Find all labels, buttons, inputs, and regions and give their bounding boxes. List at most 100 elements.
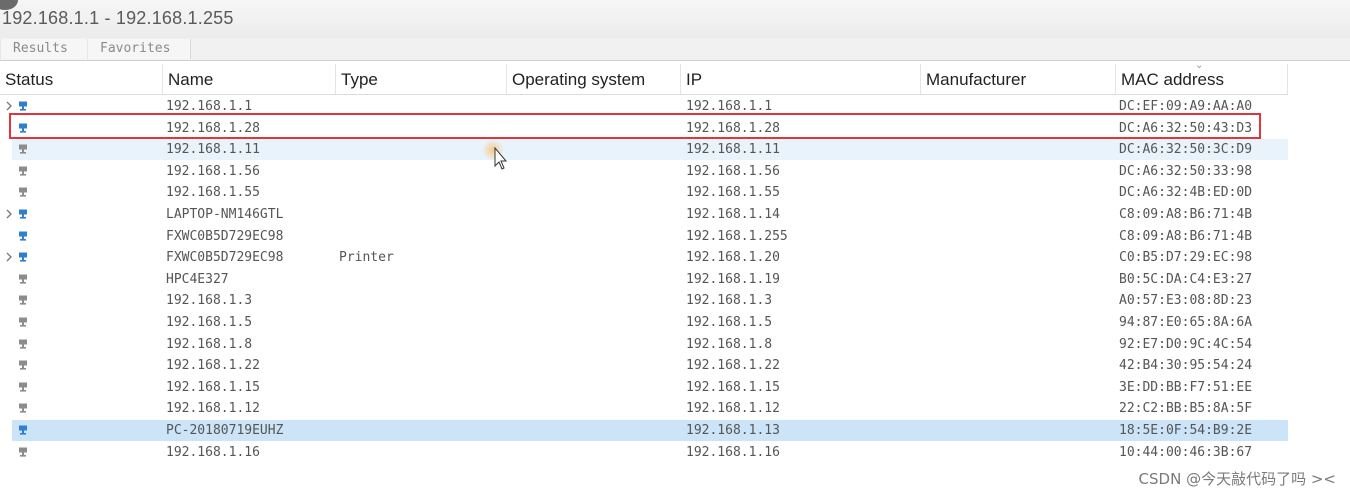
column-header-manufacturer[interactable]: Manufacturer bbox=[921, 64, 1116, 94]
row-mac: DC:A6:32:50:33:98 bbox=[1119, 164, 1253, 179]
row-mac: C8:09:A8:B6:71:4B bbox=[1119, 229, 1253, 244]
table-row[interactable]: 192.168.1.15 192.168.1.15 3E:DD:BB:F7:51:E… bbox=[12, 377, 1288, 398]
row-name: 192.168.1.8 bbox=[166, 337, 253, 352]
row-ip: 192.168.1.16 bbox=[686, 445, 780, 460]
row-mac: B0:5C:DA:C4:E3:27 bbox=[1119, 272, 1253, 287]
row-mac: C0:B5:D7:29:EC:98 bbox=[1119, 250, 1253, 265]
row-ip: 192.168.1.3 bbox=[686, 293, 773, 308]
row-ip: 192.168.1.1 bbox=[686, 99, 773, 114]
row-ip: 192.168.1.15 bbox=[686, 380, 780, 395]
table-row[interactable]: 192.168.1.28 192.168.1.28 DC:A6:32:50:43:D… bbox=[12, 118, 1288, 139]
expand-chevron-icon[interactable] bbox=[4, 101, 14, 111]
tab-favorites[interactable]: Favorites bbox=[87, 39, 191, 59]
row-ip: 192.168.1.20 bbox=[686, 250, 780, 265]
watermark: CSDN @今天敲代码了吗 >< bbox=[1138, 470, 1336, 488]
row-name: 192.168.1.16 bbox=[166, 445, 260, 460]
row-mac: 92:E7:D0:9C:4C:54 bbox=[1119, 337, 1253, 352]
row-type: Printer bbox=[339, 250, 394, 265]
row-name: FXWC0B5D729EC98 bbox=[166, 250, 284, 265]
row-ip: 192.168.1.11 bbox=[686, 142, 780, 157]
table-row[interactable]: 192.168.1.8 192.168.1.8 92:E7:D0:9C:4C:54 bbox=[12, 334, 1288, 355]
row-name: 192.168.1.12 bbox=[166, 401, 260, 416]
row-mac: DC:EF:09:A9:AA:A0 bbox=[1119, 99, 1253, 114]
mouse-cursor-icon bbox=[494, 147, 508, 170]
table-row[interactable]: 192.168.1.22 192.168.1.22 42:B4:30:95:54:2… bbox=[12, 355, 1288, 376]
expand-chevron-icon[interactable] bbox=[4, 252, 14, 262]
row-name: 192.168.1.56 bbox=[166, 164, 260, 179]
row-mac: 18:5E:0F:54:B9:2E bbox=[1119, 423, 1253, 438]
row-ip: 192.168.1.56 bbox=[686, 164, 780, 179]
table-row[interactable]: HPC4E327 192.168.1.19 B0:5C:DA:C4:E3:27 bbox=[12, 269, 1288, 290]
row-mac: 22:C2:BB:B5:8A:5F bbox=[1119, 401, 1253, 416]
row-mac: DC:A6:32:50:43:D3 bbox=[1119, 121, 1253, 136]
computer-icon bbox=[19, 231, 27, 241]
computer-icon bbox=[19, 339, 27, 349]
computer-icon bbox=[19, 144, 27, 154]
row-name: 192.168.1.15 bbox=[166, 380, 260, 395]
table-row[interactable]: FXWC0B5D729EC98 192.168.1.255 C8:09:A8:B6:… bbox=[12, 226, 1288, 247]
row-mac: 10:44:00:46:3B:67 bbox=[1119, 445, 1253, 460]
row-ip: 192.168.1.19 bbox=[686, 272, 780, 287]
computer-icon bbox=[19, 447, 27, 457]
row-ip: 192.168.1.14 bbox=[686, 207, 780, 222]
table-row[interactable]: 192.168.1.11 192.168.1.11 DC:A6:32:50:3C:D… bbox=[12, 139, 1288, 160]
column-header-os[interactable]: Operating system bbox=[507, 64, 681, 94]
table-row[interactable]: FXWC0B5D729EC98 Printer 192.168.1.20 C0:B5:… bbox=[6, 247, 1288, 268]
title-bar: 192.168.1.1 - 192.168.1.255 bbox=[0, 0, 1350, 39]
row-name: 192.168.1.22 bbox=[166, 358, 260, 373]
row-ip: 192.168.1.255 bbox=[686, 229, 788, 244]
table-row[interactable]: 192.168.1.3 192.168.1.3 A0:57:E3:08:8D:23 bbox=[12, 290, 1288, 311]
table-row[interactable]: 192.168.1.12 192.168.1.12 22:C2:BB:B5:8A:5… bbox=[12, 398, 1288, 419]
table-row[interactable]: LAPTOP-NM146GTL 192.168.1.14 C8:09:A8:B6:7… bbox=[6, 204, 1288, 225]
computer-icon bbox=[19, 252, 27, 262]
computer-icon bbox=[19, 382, 27, 392]
row-mac: 3E:DD:BB:F7:51:EE bbox=[1119, 380, 1253, 395]
computer-icon bbox=[19, 101, 27, 111]
table-row[interactable]: 192.168.1.16 192.168.1.16 10:44:00:46:3B:6… bbox=[12, 442, 1288, 463]
row-name: 192.168.1.5 bbox=[166, 315, 253, 330]
row-name: 192.168.1.28 bbox=[166, 121, 260, 136]
row-name: FXWC0B5D729EC98 bbox=[166, 229, 284, 244]
row-ip: 192.168.1.5 bbox=[686, 315, 773, 330]
column-header-type[interactable]: Type bbox=[336, 64, 507, 94]
computer-icon bbox=[19, 295, 27, 305]
window-title: 192.168.1.1 - 192.168.1.255 bbox=[2, 8, 234, 28]
computer-icon bbox=[19, 274, 27, 284]
expand-chevron-icon[interactable] bbox=[4, 209, 14, 219]
row-name: 192.168.1.11 bbox=[166, 142, 260, 157]
row-ip: 192.168.1.55 bbox=[686, 185, 780, 200]
row-ip: 192.168.1.13 bbox=[686, 423, 780, 438]
row-mac: 42:B4:30:95:54:24 bbox=[1119, 358, 1253, 373]
table-row[interactable]: 192.168.1.56 192.168.1.56 DC:A6:32:50:33:9… bbox=[12, 161, 1288, 182]
row-name: HPC4E327 bbox=[166, 272, 229, 287]
sort-caret-icon: ⌄ bbox=[1195, 60, 1204, 71]
computer-icon bbox=[19, 425, 27, 435]
row-name: PC-20180719EUHZ bbox=[166, 423, 284, 438]
computer-icon bbox=[19, 123, 27, 133]
column-header-row: Status Name Type Operating system IP Man… bbox=[0, 64, 1288, 95]
row-name: 192.168.1.3 bbox=[166, 293, 253, 308]
table-row[interactable]: 192.168.1.5 192.168.1.5 94:87:E0:65:8A:6A bbox=[12, 312, 1288, 333]
row-mac: 94:87:E0:65:8A:6A bbox=[1119, 315, 1253, 330]
computer-icon bbox=[19, 187, 27, 197]
tab-results[interactable]: Results bbox=[0, 39, 88, 59]
tab-strip: Results Favorites bbox=[0, 38, 1350, 61]
table-row[interactable]: 192.168.1.1 192.168.1.1 DC:EF:09:A9:AA:A0 bbox=[6, 96, 1288, 117]
table-row[interactable]: 192.168.1.55 192.168.1.55 DC:A6:32:4B:ED:0… bbox=[12, 182, 1288, 203]
row-ip: 192.168.1.12 bbox=[686, 401, 780, 416]
row-ip: 192.168.1.22 bbox=[686, 358, 780, 373]
row-mac: C8:09:A8:B6:71:4B bbox=[1119, 207, 1253, 222]
table-row[interactable]: PC-20180719EUHZ 192.168.1.13 18:5E:0F:54:B… bbox=[12, 420, 1288, 441]
column-header-status[interactable]: Status bbox=[0, 64, 163, 94]
row-mac: DC:A6:32:50:3C:D9 bbox=[1119, 142, 1253, 157]
computer-icon bbox=[19, 403, 27, 413]
row-name: 192.168.1.55 bbox=[166, 185, 260, 200]
computer-icon bbox=[19, 360, 27, 370]
computer-icon bbox=[19, 209, 27, 219]
row-ip: 192.168.1.28 bbox=[686, 121, 780, 136]
row-mac: DC:A6:32:4B:ED:0D bbox=[1119, 185, 1253, 200]
row-mac: A0:57:E3:08:8D:23 bbox=[1119, 293, 1253, 308]
row-name: 192.168.1.1 bbox=[166, 99, 253, 114]
column-header-name[interactable]: Name bbox=[163, 64, 336, 94]
column-header-ip[interactable]: IP bbox=[681, 64, 921, 94]
